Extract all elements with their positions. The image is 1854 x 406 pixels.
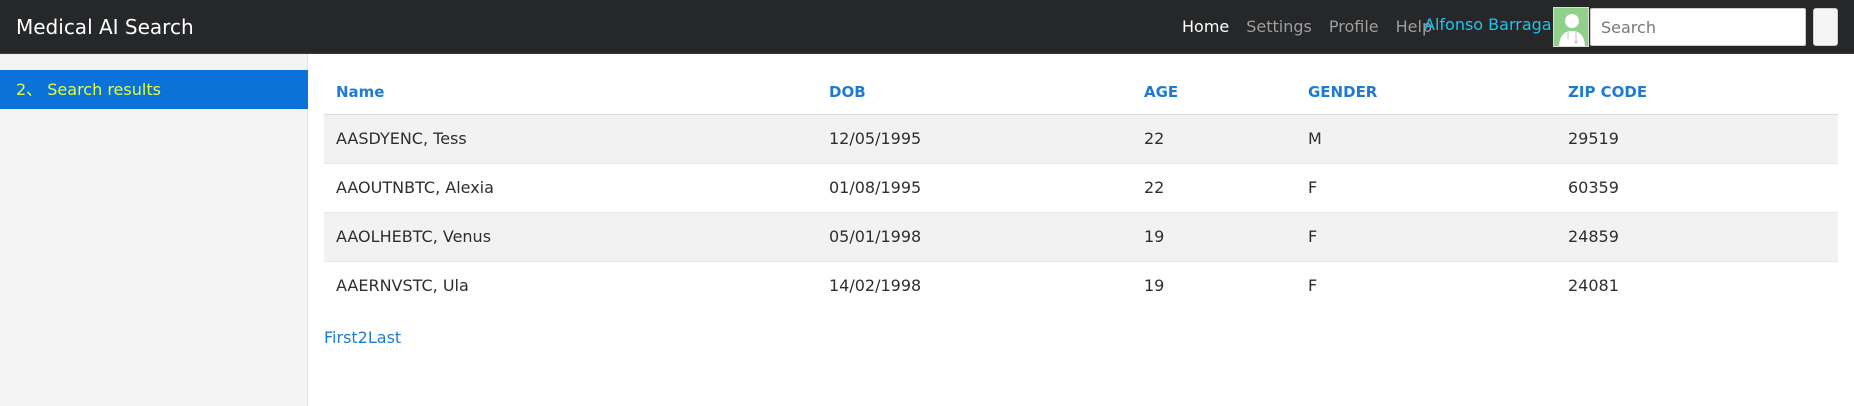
cell-gender: F	[1296, 211, 1556, 261]
cell-zip-code: 24859	[1556, 211, 1838, 261]
nav-profile-link[interactable]: Profile	[1329, 16, 1379, 38]
nav-home-link[interactable]: Home	[1182, 16, 1229, 38]
table-row[interactable]: AASDYENC, Tess 12/05/1995 22 M 29519	[324, 113, 1838, 163]
cell-gender: M	[1296, 113, 1556, 163]
cell-gender: F	[1296, 260, 1556, 310]
pagination-link[interactable]: First2Last	[324, 328, 401, 347]
cell-gender: F	[1296, 162, 1556, 212]
cell-name: AAERNVSTC, Ula	[324, 260, 817, 310]
cell-dob: 05/01/1998	[817, 211, 1132, 261]
cell-age: 22	[1132, 113, 1296, 163]
cell-zip-code: 60359	[1556, 162, 1838, 212]
cell-name: AAOUTNBTC, Alexia	[324, 162, 817, 212]
column-header-zip-code[interactable]: ZIP CODE	[1556, 70, 1838, 115]
sidebar: 2、 Search results	[0, 54, 308, 406]
table-row[interactable]: AAOUTNBTC, Alexia 01/08/1995 22 F 60359	[324, 162, 1838, 212]
avatar[interactable]	[1553, 7, 1589, 47]
search-button[interactable]	[1813, 8, 1838, 46]
doctor-avatar-icon	[1554, 8, 1588, 46]
search-input[interactable]	[1590, 8, 1806, 46]
brand-title[interactable]: Medical AI Search	[16, 12, 194, 42]
cell-zip-code: 24081	[1556, 260, 1838, 310]
table-row[interactable]: AAOLHEBTC, Venus 05/01/1998 19 F 24859	[324, 211, 1838, 261]
column-header-gender[interactable]: GENDER	[1296, 70, 1556, 115]
cell-dob: 12/05/1995	[817, 113, 1132, 163]
nav-settings-link[interactable]: Settings	[1246, 16, 1312, 38]
table-row[interactable]: AAERNVSTC, Ula 14/02/1998 19 F 24081	[324, 260, 1838, 310]
cell-age: 22	[1132, 162, 1296, 212]
cell-name: AASDYENC, Tess	[324, 113, 817, 163]
results-table: Name DOB AGE GENDER ZIP CODE AASDYENC, T…	[324, 70, 1838, 310]
column-header-dob[interactable]: DOB	[817, 70, 1132, 115]
user-name-link[interactable]: Alfonso Barragan	[1424, 14, 1562, 36]
cell-name: AAOLHEBTC, Venus	[324, 211, 817, 261]
sidebar-item-search-results[interactable]: 2、 Search results	[0, 70, 308, 109]
cell-dob: 14/02/1998	[817, 260, 1132, 310]
top-navbar: Medical AI Search Home Settings Profile …	[0, 0, 1854, 54]
cell-age: 19	[1132, 260, 1296, 310]
column-header-name[interactable]: Name	[324, 70, 817, 115]
table-header-row: Name DOB AGE GENDER ZIP CODE	[324, 70, 1838, 115]
nav-links: Home Settings Profile Help	[1182, 16, 1449, 38]
cell-zip-code: 29519	[1556, 113, 1838, 163]
column-header-age[interactable]: AGE	[1132, 70, 1296, 115]
cell-age: 19	[1132, 211, 1296, 261]
cell-dob: 01/08/1995	[817, 162, 1132, 212]
